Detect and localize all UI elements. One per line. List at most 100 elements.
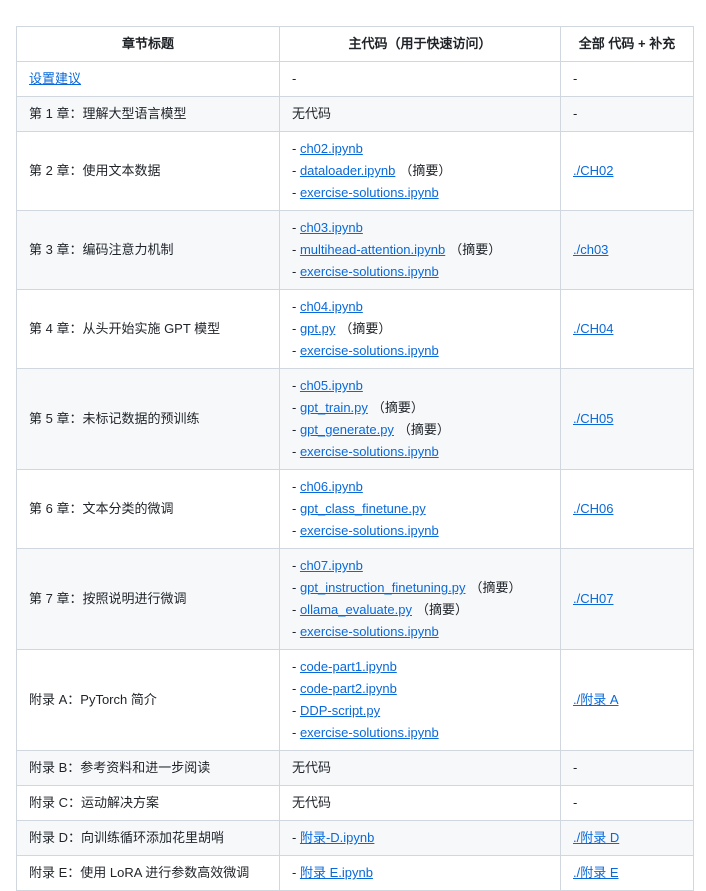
bullet-dash: -: [292, 602, 300, 617]
main-code-cell: - ch07.ipynb - gpt_instruction_finetuning…: [279, 548, 561, 650]
table-row: 第 6 章：文本分类的微调 - ch06.ipynb - gpt_class_fin…: [16, 469, 694, 549]
code-file-link[interactable]: gpt_instruction_finetuning.py: [300, 580, 466, 595]
chapter-title: 第 1 章：理解大型语言模型: [29, 106, 187, 121]
main-code-cell: - ch04.ipynb - gpt.py （摘要） - exercise-solut…: [279, 289, 561, 369]
code-file-link[interactable]: code-part1.ipynb: [300, 659, 397, 674]
code-line: - 附录 E.ipynb: [292, 862, 548, 884]
all-code-cell: ./CH04: [560, 289, 694, 369]
code-file-link[interactable]: exercise-solutions.ipynb: [300, 624, 439, 639]
code-file-link[interactable]: ch06.ipynb: [300, 479, 363, 494]
summary-note: （摘要）: [371, 400, 424, 415]
no-code-text: 无代码: [292, 106, 332, 121]
all-code-text: -: [573, 795, 578, 810]
code-line: - gpt_generate.py （摘要）: [292, 419, 548, 441]
code-file-link[interactable]: ch02.ipynb: [300, 141, 363, 156]
main-code-cell: 无代码: [279, 96, 561, 132]
code-file-link[interactable]: 附录 E.ipynb: [300, 865, 373, 880]
folder-link[interactable]: ./附录 E: [573, 865, 619, 880]
all-code-cell: ./CH07: [560, 548, 694, 650]
main-code-cell: 无代码: [279, 785, 561, 821]
table-row: 第 4 章：从头开始实施 GPT 模型 - ch04.ipynb - gpt.py （…: [16, 289, 694, 369]
chapter-title: 附录 A：PyTorch 简介: [29, 692, 157, 707]
code-file-link[interactable]: ollama_evaluate.py: [300, 602, 412, 617]
bullet-dash: -: [292, 444, 300, 459]
header-all-code: 全部 代码 + 补充: [560, 26, 694, 62]
table-row: 附录 B：参考资料和进一步阅读 无代码 -: [16, 750, 694, 786]
summary-note: （摘要）: [469, 580, 522, 595]
code-file-link[interactable]: exercise-solutions.ipynb: [300, 343, 439, 358]
table-row: 附录 C：运动解决方案 无代码 -: [16, 785, 694, 821]
bullet-dash: -: [292, 185, 300, 200]
folder-link[interactable]: ./CH05: [573, 411, 613, 426]
code-line: - ch06.ipynb: [292, 476, 548, 498]
bullet-dash: -: [292, 501, 300, 516]
code-line: - gpt_train.py （摘要）: [292, 397, 548, 419]
all-code-cell: ./附录 E: [560, 855, 694, 891]
no-code-text: -: [292, 71, 297, 86]
bullet-dash: -: [292, 378, 300, 393]
folder-link[interactable]: ./ch03: [573, 242, 608, 257]
chapter-title: 第 7 章：按照说明进行微调: [29, 591, 187, 606]
code-line: - exercise-solutions.ipynb: [292, 722, 548, 744]
code-line: - DDP-script.py: [292, 700, 548, 722]
chapter-title: 附录 E：使用 LoRA 进行参数高效微调: [29, 865, 250, 880]
chapter-cell: 附录 E：使用 LoRA 进行参数高效微调: [16, 855, 280, 891]
code-file-link[interactable]: exercise-solutions.ipynb: [300, 185, 439, 200]
code-file-link[interactable]: gpt_generate.py: [300, 422, 394, 437]
all-code-cell: -: [560, 750, 694, 786]
bullet-dash: -: [292, 264, 300, 279]
main-code-cell: - ch06.ipynb - gpt_class_finetune.py - exe…: [279, 469, 561, 549]
code-file-link[interactable]: ch07.ipynb: [300, 558, 363, 573]
main-code-cell: -: [279, 61, 561, 97]
folder-link[interactable]: ./CH06: [573, 501, 613, 516]
code-line: - ollama_evaluate.py （摘要）: [292, 599, 548, 621]
chapter-cell: 设置建议: [16, 61, 280, 97]
code-file-link[interactable]: exercise-solutions.ipynb: [300, 725, 439, 740]
chapter-code-table: 章节标题 主代码（用于快速访问） 全部 代码 + 补充 设置建议 - - 第 1 章：…: [16, 26, 694, 891]
chapter-cell: 附录 B：参考资料和进一步阅读: [16, 750, 280, 786]
folder-link[interactable]: ./CH02: [573, 163, 613, 178]
summary-note: （摘要）: [339, 321, 392, 336]
header-row: 章节标题 主代码（用于快速访问） 全部 代码 + 补充: [16, 26, 694, 62]
bullet-dash: -: [292, 242, 300, 257]
bullet-dash: -: [292, 220, 300, 235]
folder-link[interactable]: ./CH04: [573, 321, 613, 336]
chapter-cell: 附录 C：运动解决方案: [16, 785, 280, 821]
folder-link[interactable]: ./附录 D: [573, 830, 619, 845]
code-file-link[interactable]: ch04.ipynb: [300, 299, 363, 314]
code-file-link[interactable]: DDP-script.py: [300, 703, 380, 718]
code-file-link[interactable]: gpt_train.py: [300, 400, 368, 415]
code-file-link[interactable]: ch03.ipynb: [300, 220, 363, 235]
folder-link[interactable]: ./CH07: [573, 591, 613, 606]
code-file-link[interactable]: multihead-attention.ipynb: [300, 242, 445, 257]
table-row: 附录 A：PyTorch 简介 - code-part1.ipynb - code-…: [16, 649, 694, 751]
code-line: - code-part1.ipynb: [292, 656, 548, 678]
summary-note: （摘要）: [415, 602, 468, 617]
bullet-dash: -: [292, 163, 300, 178]
table-row: 第 3 章：编码注意力机制 - ch03.ipynb - multihead-att…: [16, 210, 694, 290]
code-file-link[interactable]: code-part2.ipynb: [300, 681, 397, 696]
code-file-link[interactable]: exercise-solutions.ipynb: [300, 264, 439, 279]
all-code-text: -: [573, 71, 578, 86]
all-code-text: -: [573, 106, 578, 121]
bullet-dash: -: [292, 422, 300, 437]
code-file-link[interactable]: exercise-solutions.ipynb: [300, 444, 439, 459]
all-code-cell: ./附录 D: [560, 820, 694, 856]
table-row: 第 7 章：按照说明进行微调 - ch07.ipynb - gpt_instruct…: [16, 548, 694, 650]
bullet-dash: -: [292, 865, 300, 880]
code-file-link[interactable]: ch05.ipynb: [300, 378, 363, 393]
folder-link[interactable]: ./附录 A: [573, 692, 619, 707]
code-line: - ch02.ipynb: [292, 138, 548, 160]
chapter-cell: 第 1 章：理解大型语言模型: [16, 96, 280, 132]
code-file-link[interactable]: dataloader.ipynb: [300, 163, 395, 178]
code-file-link[interactable]: 附录-D.ipynb: [300, 830, 374, 845]
code-line: - exercise-solutions.ipynb: [292, 621, 548, 643]
summary-note: （摘要）: [399, 163, 452, 178]
chapter-title: 第 2 章：使用文本数据: [29, 163, 161, 178]
code-file-link[interactable]: gpt.py: [300, 321, 335, 336]
code-line: - gpt.py （摘要）: [292, 318, 548, 340]
header-main-code: 主代码（用于快速访问）: [279, 26, 561, 62]
code-file-link[interactable]: gpt_class_finetune.py: [300, 501, 426, 516]
chapter-link[interactable]: 设置建议: [29, 71, 81, 86]
code-file-link[interactable]: exercise-solutions.ipynb: [300, 523, 439, 538]
